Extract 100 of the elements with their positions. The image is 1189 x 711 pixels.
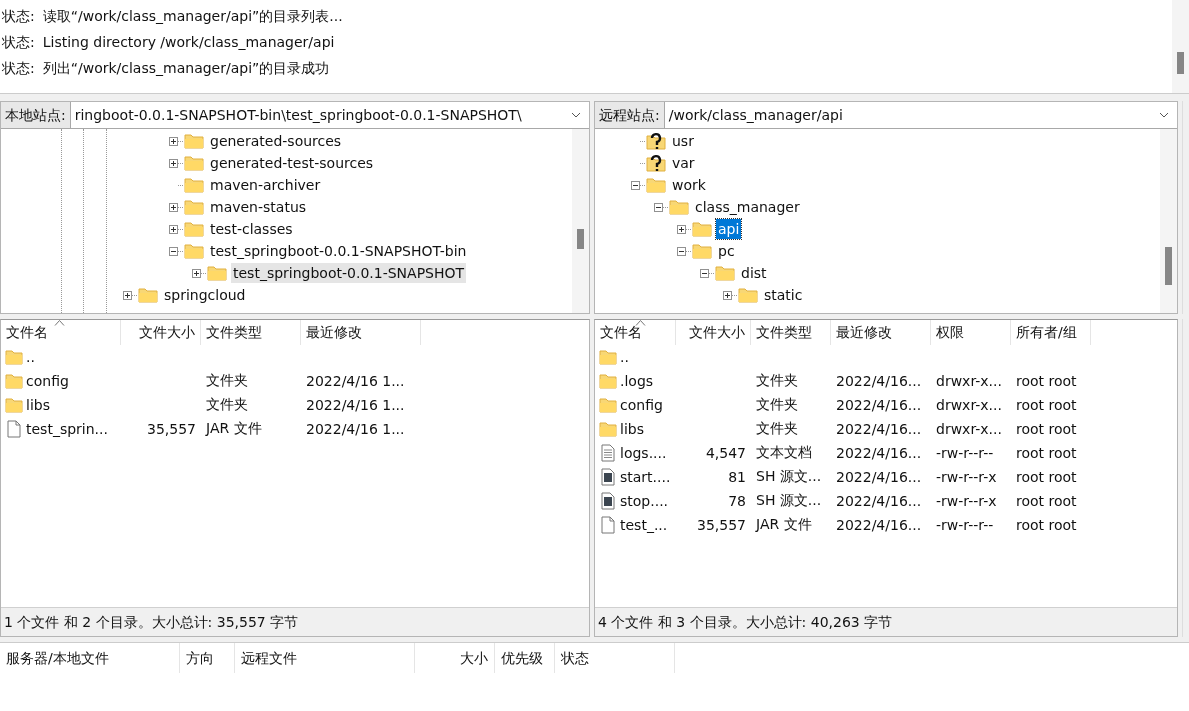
table-cell: drwxr-x...	[936, 421, 1002, 437]
column-header[interactable]: 服务器/本地文件	[0, 643, 180, 673]
table-cell: -rw-r--r--	[936, 445, 994, 461]
folder-icon	[599, 373, 617, 389]
column-header[interactable]: 最近修改	[831, 320, 931, 345]
remote-path-field[interactable]: /work/class_manager/api	[664, 102, 1177, 128]
unknown-folder-icon	[646, 154, 666, 172]
table-cell: 78	[728, 493, 746, 509]
local-site-label: 本地站点:	[1, 102, 71, 128]
column-header[interactable]: 大小	[415, 643, 495, 673]
folder-label[interactable]: springcloud	[162, 285, 248, 305]
expand-icon[interactable]	[192, 268, 201, 278]
folder-label[interactable]: maven-status	[208, 197, 309, 217]
column-header[interactable]: 方向	[180, 643, 235, 673]
status-bar: 4 个文件 和 3 个目录。大小总计: 40,263 字节	[595, 607, 1177, 636]
collapse-icon[interactable]	[169, 246, 178, 256]
scrollbar-thumb[interactable]	[577, 229, 584, 249]
file-name[interactable]: .logs	[620, 373, 654, 389]
file-name[interactable]: test_...	[620, 517, 668, 533]
column-header[interactable]: 权限	[931, 320, 1011, 345]
column-header[interactable]: 最近修改	[301, 320, 421, 345]
table-cell: drwxr-x...	[936, 397, 1002, 413]
status-message: 列出“/work/class_manager/api”的目录成功	[42, 60, 330, 76]
table-cell: 2022/4/16...	[836, 517, 922, 533]
column-header[interactable]: 优先级	[495, 643, 555, 673]
table-cell: 文件夹	[756, 396, 798, 412]
column-header[interactable]: 文件大小	[121, 320, 201, 345]
status-label: 状态:	[2, 60, 35, 76]
file-name[interactable]: libs	[26, 397, 50, 413]
folder-icon	[184, 243, 204, 259]
table-cell: 2022/4/16...	[836, 445, 922, 461]
folder-icon	[184, 221, 204, 237]
scrollbar-thumb[interactable]	[1165, 247, 1172, 285]
expand-icon[interactable]	[169, 202, 178, 212]
collapse-icon[interactable]	[700, 268, 709, 278]
table-cell: root root	[1016, 397, 1077, 413]
table-cell: 2022/4/16...	[836, 373, 922, 389]
folder-label[interactable]: usr	[670, 131, 696, 151]
expand-icon[interactable]	[123, 290, 132, 300]
scrollbar-thumb[interactable]	[1177, 52, 1184, 74]
folder-label[interactable]: generated-test-sources	[208, 153, 376, 173]
file-name[interactable]: libs	[620, 421, 644, 437]
column-header[interactable]: 文件大小	[676, 320, 751, 345]
expand-icon[interactable]	[169, 224, 178, 234]
folder-label[interactable]: dist	[739, 263, 769, 283]
file-name[interactable]: config	[26, 373, 69, 389]
text-file-icon	[599, 444, 617, 462]
column-header[interactable]: 文件名	[595, 320, 676, 345]
folder-icon	[5, 373, 23, 389]
folder-label[interactable]: work	[670, 175, 708, 195]
folder-label[interactable]: api	[716, 219, 742, 239]
file-name[interactable]: ..	[620, 349, 629, 365]
table-cell: -rw-r--r--	[936, 517, 994, 533]
expand-icon[interactable]	[677, 224, 686, 234]
expand-icon[interactable]	[169, 136, 178, 146]
folder-label[interactable]: test_springboot-0.0.1-SNAPSHOT-bin	[208, 241, 469, 261]
folder-label[interactable]: test_springboot-0.0.1-SNAPSHOT	[231, 263, 467, 283]
folder-label[interactable]: var	[670, 153, 697, 173]
expand-icon[interactable]	[723, 290, 732, 300]
local-path-field[interactable]: ringboot-0.0.1-SNAPSHOT-bin\test_springboot-0.0.1-SNAPSHOT\	[70, 102, 589, 128]
folder-label[interactable]: test-classes	[208, 219, 295, 239]
expand-icon[interactable]	[169, 158, 178, 168]
dropdown-icon[interactable]	[1159, 112, 1169, 118]
dropdown-icon[interactable]	[571, 112, 581, 118]
folder-icon	[599, 349, 617, 365]
folder-label[interactable]: class_manager	[693, 197, 802, 217]
folder-icon	[715, 265, 735, 281]
folder-label[interactable]: static	[762, 285, 805, 305]
table-cell: 2022/4/16 1...	[306, 397, 405, 413]
column-header[interactable]: 所有者/组	[1011, 320, 1091, 345]
folder-icon	[184, 155, 204, 171]
table-cell: drwxr-x...	[936, 373, 1002, 389]
folder-label[interactable]: maven-archiver	[208, 175, 323, 195]
folder-icon	[207, 265, 227, 281]
column-header[interactable]: 文件名	[1, 320, 121, 345]
file-name[interactable]: start....	[620, 469, 671, 485]
file-name[interactable]: test_sprin...	[26, 421, 108, 437]
table-cell: 2022/4/16...	[836, 421, 922, 437]
file-name[interactable]: config	[620, 397, 663, 413]
folder-label[interactable]: generated-sources	[208, 131, 344, 151]
column-header[interactable]: 文件类型	[751, 320, 831, 345]
table-cell: JAR 文件	[206, 420, 262, 436]
folder-label[interactable]: pc	[716, 241, 737, 261]
script-file-icon	[599, 492, 617, 510]
file-name[interactable]: logs....	[620, 445, 667, 461]
table-cell: JAR 文件	[756, 516, 812, 532]
folder-icon	[138, 287, 158, 303]
column-header[interactable]: 文件类型	[201, 320, 301, 345]
folder-icon	[184, 177, 204, 193]
table-cell: 2022/4/16...	[836, 397, 922, 413]
collapse-icon[interactable]	[631, 180, 640, 190]
column-header[interactable]: 远程文件	[235, 643, 415, 673]
folder-icon	[692, 243, 712, 259]
sort-ascending-icon	[635, 320, 646, 326]
collapse-icon[interactable]	[654, 202, 663, 212]
file-name[interactable]: stop....	[620, 493, 669, 509]
file-name[interactable]: ..	[26, 349, 35, 365]
folder-icon	[5, 397, 23, 413]
collapse-icon[interactable]	[677, 246, 686, 256]
column-header[interactable]: 状态	[555, 643, 675, 673]
